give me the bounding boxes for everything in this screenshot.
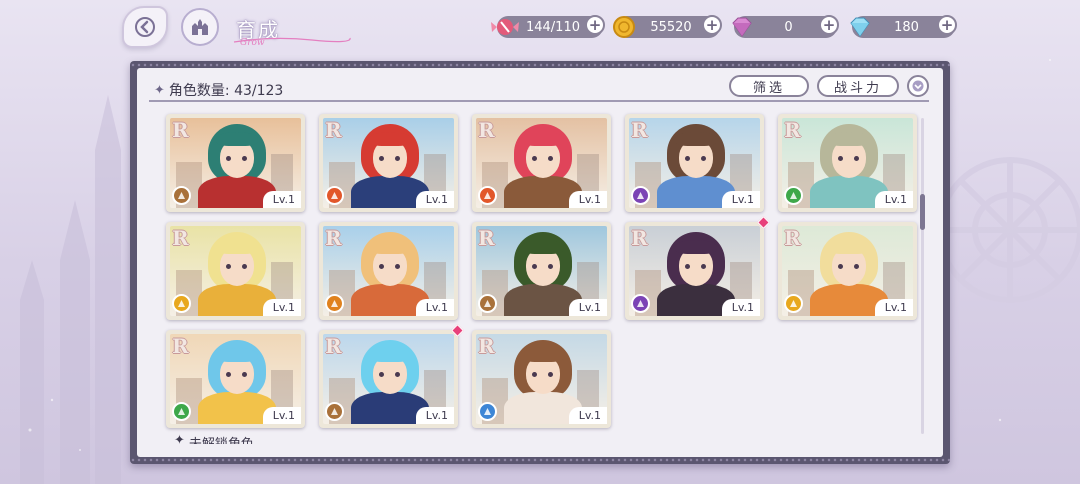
level-label: Lv.1: [568, 407, 607, 424]
dark-element-icon: [631, 294, 650, 313]
level-label: Lv.1: [874, 191, 913, 208]
level-label: Lv.1: [262, 299, 301, 316]
add-blue-gem-button[interactable]: +: [937, 15, 957, 35]
rarity-badge: R: [631, 118, 648, 142]
filter-button[interactable]: 筛选: [729, 75, 809, 97]
title-flourish: Grow: [233, 37, 351, 46]
add-candy-button[interactable]: +: [585, 15, 605, 35]
earth-element-icon: [172, 186, 191, 205]
castle-home-icon: [192, 19, 208, 35]
pink-gem-icon: [726, 11, 758, 43]
character-card[interactable]: R Lv.1: [166, 222, 305, 320]
blue-gem-icon: [844, 11, 876, 43]
level-label: Lv.1: [415, 407, 454, 424]
earth-element-icon: [478, 294, 497, 313]
earth-element-icon: [325, 294, 344, 313]
character-card[interactable]: R Lv.1: [319, 222, 458, 320]
home-button[interactable]: [181, 8, 219, 46]
character-card[interactable]: R Lv.1: [778, 114, 917, 212]
rarity-badge: R: [172, 334, 189, 358]
wind-element-icon: [172, 402, 191, 421]
rarity-badge: R: [325, 118, 342, 142]
rarity-badge: R: [784, 226, 801, 250]
rarity-badge: R: [172, 226, 189, 250]
add-coin-button[interactable]: +: [702, 15, 722, 35]
character-card[interactable]: R Lv.1: [472, 330, 611, 428]
level-label: Lv.1: [721, 191, 760, 208]
dark-element-icon: [631, 186, 650, 205]
sparkle-icon: ✦: [154, 82, 165, 98]
rarity-badge: R: [478, 226, 495, 250]
light-element-icon: [172, 294, 191, 313]
sort-power-button[interactable]: 战斗力: [817, 75, 899, 97]
rarity-badge: R: [478, 118, 495, 142]
fire-element-icon: [325, 186, 344, 205]
back-arrow-icon: [135, 17, 155, 37]
rarity-badge: R: [325, 226, 342, 250]
character-card[interactable]: R Lv.1: [625, 114, 764, 212]
scrollbar-track[interactable]: [921, 118, 924, 434]
character-card[interactable]: R Lv.1: [778, 222, 917, 320]
panel-divider: [149, 100, 929, 102]
scrollbar-thumb[interactable]: [920, 194, 925, 230]
character-card[interactable]: R Lv.1: [166, 114, 305, 212]
locked-section-header: ✦ 未解锁角色: [174, 433, 254, 444]
character-card[interactable]: R Lv.1: [319, 114, 458, 212]
title-script: Grow: [240, 38, 265, 46]
level-label: Lv.1: [568, 299, 607, 316]
sort-order-toggle[interactable]: [907, 75, 929, 97]
sparkle-icon: ✦: [174, 433, 185, 444]
level-label: Lv.1: [415, 191, 454, 208]
character-card[interactable]: R Lv.1: [472, 114, 611, 212]
level-label: Lv.1: [415, 299, 454, 316]
back-button[interactable]: [122, 6, 168, 48]
character-card[interactable]: R Lv.1: [625, 216, 770, 320]
level-label: Lv.1: [874, 299, 913, 316]
rarity-badge: R: [631, 226, 648, 250]
currency-blue-gem: 180 +: [850, 15, 957, 38]
level-label: Lv.1: [262, 191, 301, 208]
rarity-badge: R: [478, 334, 495, 358]
candy-icon: [489, 11, 521, 43]
level-label: Lv.1: [568, 191, 607, 208]
character-card[interactable]: R Lv.1: [472, 222, 611, 320]
light-element-icon: [784, 294, 803, 313]
character-card[interactable]: R Lv.1: [319, 324, 464, 428]
earth-element-icon: [325, 402, 344, 421]
currency-pink-gem: 0 +: [732, 15, 839, 38]
fire-element-icon: [478, 186, 497, 205]
rarity-badge: R: [784, 118, 801, 142]
character-card[interactable]: R Lv.1: [166, 330, 305, 428]
water-element-icon: [478, 402, 497, 421]
currency-coin: 55520 +: [613, 15, 722, 38]
character-count: ✦ 角色数量: 43/123: [154, 82, 284, 100]
gold-coin-icon: [608, 11, 640, 43]
level-label: Lv.1: [721, 299, 760, 316]
wind-element-icon: [784, 186, 803, 205]
rarity-badge: R: [325, 334, 342, 358]
add-pink-gem-button[interactable]: +: [819, 15, 839, 35]
chevron-down-icon: [912, 80, 924, 92]
level-label: Lv.1: [262, 407, 301, 424]
rarity-badge: R: [172, 118, 189, 142]
currency-candy: 144/110 +: [491, 15, 605, 38]
